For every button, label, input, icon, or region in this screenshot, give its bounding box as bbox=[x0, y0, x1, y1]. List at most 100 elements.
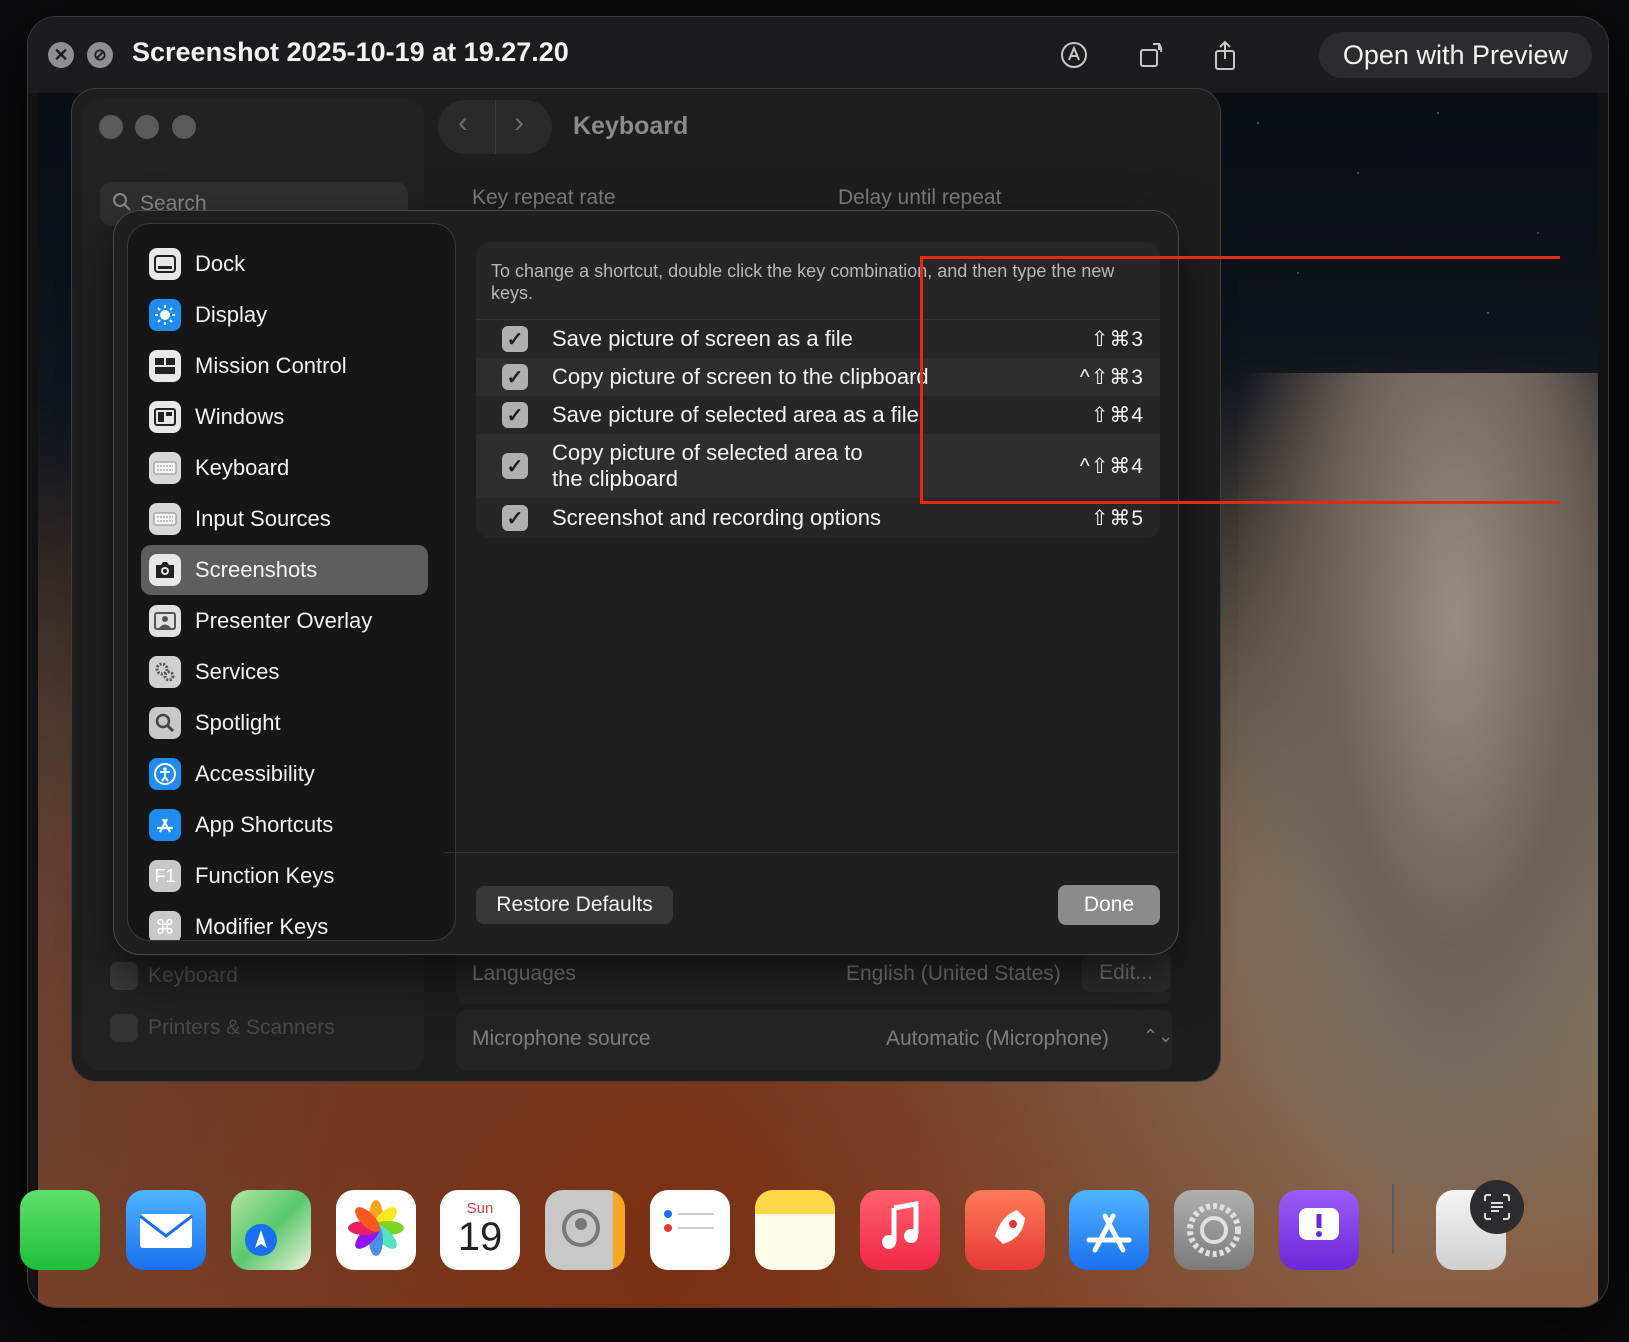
shortcut-label: Screenshot and recording options bbox=[552, 505, 881, 530]
back-button[interactable]: ‹ bbox=[458, 106, 468, 140]
sidebar-label: Dock bbox=[195, 251, 246, 276]
rocket-icon[interactable] bbox=[965, 1190, 1045, 1270]
sidebar-item-printers-dim[interactable]: Printers & Scanners bbox=[100, 1004, 408, 1052]
accessibility-icon bbox=[149, 758, 181, 790]
microphone-value[interactable]: Automatic (Microphone) bbox=[886, 1027, 1109, 1051]
sidebar-label: App Shortcuts bbox=[195, 812, 334, 837]
app-store-icon[interactable] bbox=[1069, 1190, 1149, 1270]
sidebar-item-input-sources[interactable]: Input Sources bbox=[141, 494, 428, 544]
nav-divider bbox=[495, 100, 496, 154]
dock-icon bbox=[149, 248, 181, 280]
shortcut-checkbox[interactable]: ✓ bbox=[502, 326, 528, 352]
shortcuts-sidebar: Dock Display Mission Control Windows Key… bbox=[128, 224, 455, 940]
mail-icon[interactable] bbox=[126, 1190, 206, 1270]
camera-icon bbox=[149, 554, 181, 586]
sidebar-item-presenter-overlay[interactable]: Presenter Overlay bbox=[141, 596, 428, 646]
live-text-icon[interactable] bbox=[1470, 1180, 1524, 1234]
notes-icon[interactable] bbox=[755, 1190, 835, 1270]
sidebar-label: Keyboard bbox=[148, 964, 238, 987]
keyboard-icon bbox=[110, 962, 138, 990]
shortcut-checkbox[interactable]: ✓ bbox=[502, 402, 528, 428]
sidebar-item-spotlight[interactable]: Spotlight bbox=[141, 698, 428, 748]
sidebar-label: Services bbox=[195, 659, 280, 684]
languages-label: Languages bbox=[472, 962, 576, 985]
sidebar-item-accessibility[interactable]: Accessibility bbox=[141, 749, 428, 799]
restore-defaults-button[interactable]: Restore Defaults bbox=[476, 886, 673, 924]
function-key-icon: F1 bbox=[149, 860, 181, 892]
sidebar-item-keyboard[interactable]: Keyboard bbox=[141, 443, 428, 493]
reminders-icon[interactable] bbox=[650, 1190, 730, 1270]
sidebar-item-services[interactable]: Services bbox=[141, 647, 428, 697]
sidebar-label: Display bbox=[195, 302, 268, 327]
delay-repeat-label: Delay until repeat bbox=[838, 186, 1002, 209]
maps-icon[interactable] bbox=[231, 1190, 311, 1270]
shortcut-checkbox[interactable]: ✓ bbox=[502, 453, 528, 479]
shortcut-label: Copy picture of selected area to the cli… bbox=[552, 440, 863, 491]
sidebar-label: Windows bbox=[195, 404, 285, 429]
languages-value: English (United States) bbox=[846, 962, 1061, 985]
display-icon bbox=[149, 299, 181, 331]
markup-icon[interactable] bbox=[1055, 36, 1093, 74]
languages-edit-button[interactable]: Edit... bbox=[1082, 954, 1170, 992]
calendar-icon[interactable]: Sun 19 bbox=[440, 1190, 520, 1270]
fullscreen-button[interactable]: ⊘ bbox=[87, 42, 113, 68]
nav-buttons: ‹ › bbox=[438, 100, 552, 154]
contacts-icon[interactable] bbox=[545, 1190, 625, 1270]
shortcut-label: Save picture of selected area as a file bbox=[552, 402, 919, 427]
annotation-rectangle bbox=[920, 256, 1560, 504]
feedback-icon[interactable] bbox=[1279, 1190, 1359, 1270]
sheet-footer-divider bbox=[444, 852, 1178, 853]
rotate-icon[interactable] bbox=[1132, 36, 1170, 74]
messages-icon[interactable] bbox=[20, 1190, 100, 1270]
app-store-icon bbox=[149, 809, 181, 841]
zoom-traffic-light[interactable] bbox=[172, 115, 196, 139]
dock: Sun 19 bbox=[20, 1170, 1538, 1270]
dock-separator bbox=[1392, 1184, 1394, 1254]
minimize-traffic-light[interactable] bbox=[135, 115, 159, 139]
open-with-preview-button[interactable]: Open with Preview bbox=[1318, 32, 1592, 78]
sidebar-item-dock[interactable]: Dock bbox=[141, 239, 428, 289]
sidebar-item-modifier-keys[interactable]: ⌘ Modifier Keys bbox=[141, 902, 428, 940]
presenter-overlay-icon bbox=[149, 605, 181, 637]
sidebar-label: Function Keys bbox=[195, 863, 335, 888]
close-button[interactable]: ✕ bbox=[48, 42, 74, 68]
sidebar-item-display[interactable]: Display bbox=[141, 290, 428, 340]
gears-icon bbox=[149, 656, 181, 688]
command-icon: ⌘ bbox=[149, 911, 181, 940]
sidebar-label: Spotlight bbox=[195, 710, 281, 735]
windows-icon bbox=[149, 401, 181, 433]
key-repeat-label: Key repeat rate bbox=[472, 186, 616, 209]
shortcut-label: Copy picture of screen to the clipboard bbox=[552, 364, 929, 389]
shortcut-keys[interactable]: ⇧⌘5 bbox=[1091, 506, 1144, 531]
popup-chevron-icon[interactable]: ⌃⌄ bbox=[1143, 1026, 1173, 1047]
sidebar-label: Accessibility bbox=[195, 761, 315, 786]
settings-page-title: Keyboard bbox=[573, 112, 689, 140]
shortcut-checkbox[interactable]: ✓ bbox=[502, 505, 528, 531]
shortcut-checkbox[interactable]: ✓ bbox=[502, 364, 528, 390]
shortcut-row[interactable]: ✓ Screenshot and recording options ⇧⌘5 bbox=[476, 499, 1160, 537]
sidebar-item-app-shortcuts[interactable]: App Shortcuts bbox=[141, 800, 428, 850]
sidebar-item-keyboard-dim[interactable]: Keyboard bbox=[100, 952, 408, 1000]
printer-icon bbox=[110, 1014, 138, 1042]
forward-button[interactable]: › bbox=[514, 106, 524, 140]
sidebar-item-function-keys[interactable]: F1 Function Keys bbox=[141, 851, 428, 901]
sidebar-item-windows[interactable]: Windows bbox=[141, 392, 428, 442]
share-icon[interactable] bbox=[1206, 36, 1244, 74]
photos-icon[interactable] bbox=[336, 1190, 416, 1270]
sidebar-label: Presenter Overlay bbox=[195, 608, 373, 633]
sidebar-label: Screenshots bbox=[195, 557, 318, 582]
sidebar-item-screenshots[interactable]: Screenshots bbox=[141, 545, 428, 595]
music-icon[interactable] bbox=[860, 1190, 940, 1270]
shortcut-label: Save picture of screen as a file bbox=[552, 326, 853, 351]
close-traffic-light[interactable] bbox=[99, 115, 123, 139]
sidebar-item-mission-control[interactable]: Mission Control bbox=[141, 341, 428, 391]
microphone-label: Microphone source bbox=[472, 1027, 651, 1050]
sidebar-label: Mission Control bbox=[195, 353, 347, 378]
magnifier-icon bbox=[149, 707, 181, 739]
system-settings-icon[interactable] bbox=[1174, 1190, 1254, 1270]
keyboard-icon bbox=[149, 452, 181, 484]
done-button[interactable]: Done bbox=[1058, 885, 1160, 925]
calendar-date: 19 bbox=[457, 1215, 503, 1259]
sidebar-label: Keyboard bbox=[195, 455, 290, 480]
quicklook-toolbar: ✕ ⊘ Screenshot 2025-10-19 at 19.27.20 Op… bbox=[28, 17, 1608, 93]
